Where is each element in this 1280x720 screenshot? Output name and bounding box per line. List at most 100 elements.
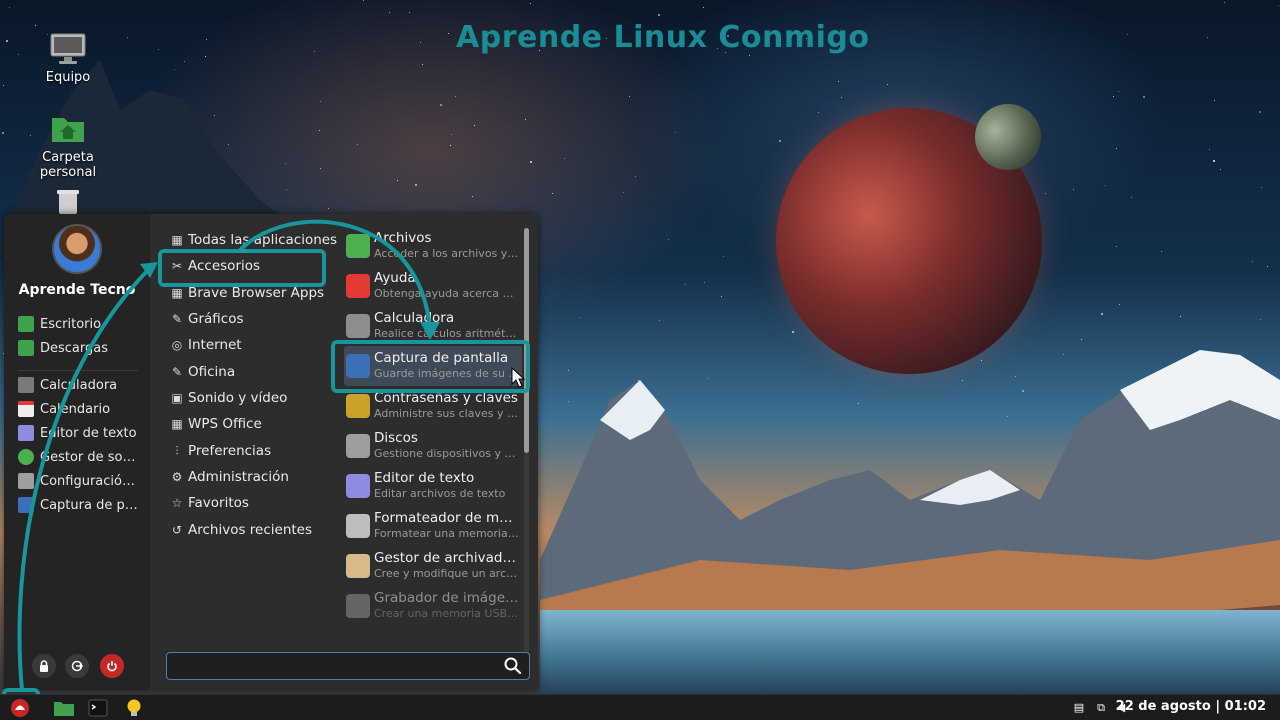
screenshot-icon <box>18 497 34 513</box>
desktop-icon-computer[interactable]: Equipo <box>23 32 113 85</box>
printer-icon[interactable]: ▤ <box>1072 701 1086 715</box>
category-item[interactable]: ✎ Gráficos <box>170 307 244 331</box>
trash-icon <box>57 190 79 214</box>
lightbulb-icon <box>127 699 141 716</box>
app-icon <box>346 434 370 458</box>
app-list-item[interactable]: Editor de texto Editar archivos de texto <box>344 466 522 506</box>
category-label: WPS Office <box>188 416 262 432</box>
category-label: Gráficos <box>188 311 244 327</box>
home-folder-icon <box>52 118 84 142</box>
favorite-configuracion[interactable]: Configuració… <box>18 470 135 492</box>
logout-button[interactable] <box>65 654 89 678</box>
sidebar-item-escritorio[interactable]: Escritorio <box>18 313 101 335</box>
favorite-label: Configuració… <box>40 473 135 489</box>
app-icon <box>346 314 370 338</box>
favorite-gestor-software[interactable]: Gestor de so… <box>18 446 135 468</box>
accesorios-highlight-box <box>158 249 326 287</box>
app-name: Archivos <box>374 230 432 246</box>
category-label: Todas las aplicaciones <box>188 232 338 248</box>
app-name: Grabador de imáge… <box>374 590 519 606</box>
app-description: Acceder a los archivos y o… <box>374 247 520 260</box>
favorite-label: Gestor de so… <box>40 449 136 465</box>
folder-icon <box>18 316 34 332</box>
desktop-icon-home-folder[interactable]: Carpeta personal <box>23 112 113 180</box>
category-icon: ↺ <box>171 523 183 537</box>
category-item[interactable]: ▣ Sonido y vídeo <box>170 386 287 410</box>
favorite-calendario[interactable]: Calendario <box>18 398 110 420</box>
download-folder-icon <box>18 340 34 356</box>
favorite-label: Captura de p… <box>40 497 138 513</box>
category-label: Administración <box>188 469 289 485</box>
category-icon: ▦ <box>171 286 183 300</box>
favorite-label: Calendario <box>40 401 111 417</box>
category-label: Internet <box>188 337 242 353</box>
category-icon: ✎ <box>171 312 183 326</box>
favorite-calculadora[interactable]: Calculadora <box>18 374 117 396</box>
desktop-icon-label: Equipo <box>45 70 91 85</box>
app-description: Realice cálculos aritmét… <box>374 327 517 340</box>
sidebar-item-descargas[interactable]: Descargas <box>18 337 108 359</box>
category-item[interactable]: ✎ Oficina <box>170 360 235 384</box>
app-icon <box>346 394 370 418</box>
calendar-icon <box>18 401 34 417</box>
app-list-scrollbar[interactable] <box>524 228 529 664</box>
category-item[interactable]: ⫶ Preferencias <box>170 439 271 463</box>
app-list-item[interactable]: Ayuda Obtenga ayuda acerca de… <box>344 266 522 306</box>
category-item[interactable]: ↺ Archivos recientes <box>170 518 312 542</box>
search-input[interactable] <box>175 656 495 676</box>
search-box[interactable] <box>166 652 530 680</box>
app-name: Editor de texto <box>374 470 475 486</box>
favorite-editor-texto[interactable]: Editor de texto <box>18 422 137 444</box>
app-icon <box>346 554 370 578</box>
app-description: Editar archivos de texto <box>374 487 506 500</box>
sidebar-item-label: Descargas <box>40 340 109 356</box>
app-list-item[interactable]: Grabador de imáge… Crear una memoria USB … <box>344 586 522 626</box>
category-item[interactable]: ◎ Internet <box>170 333 242 357</box>
category-icon: ⫶ <box>175 443 179 458</box>
menu-button[interactable] <box>6 697 34 719</box>
lock-button[interactable] <box>32 654 56 678</box>
user-name: Aprende Tecno <box>18 282 136 298</box>
taskbar-files-button[interactable] <box>50 697 78 719</box>
app-icon <box>346 234 370 258</box>
app-list-item[interactable]: Archivos Acceder a los archivos y o… <box>344 226 522 266</box>
category-icon: ☆ <box>171 496 183 510</box>
app-description: Cree y modifique un archi… <box>374 567 520 580</box>
favorite-captura[interactable]: Captura de p… <box>18 494 138 516</box>
app-list-item[interactable]: Formateador de me… Formatear una memoria … <box>344 506 522 546</box>
app-description: Formatear una memoria … <box>374 527 520 540</box>
category-item[interactable]: ▦ WPS Office <box>170 412 262 436</box>
app-list-item[interactable]: Gestor de archivado… Cree y modifique un … <box>344 546 522 586</box>
lake-graphic <box>540 610 1280 695</box>
category-icon: ▦ <box>171 417 183 431</box>
taskbar-terminal-button[interactable] <box>84 697 112 719</box>
category-label: Brave Browser Apps <box>188 285 325 301</box>
category-item[interactable]: ⚙ Administración <box>170 465 289 489</box>
wallpaper-title: Aprende Linux Conmigo <box>456 20 870 55</box>
sidebar-divider <box>18 370 138 371</box>
category-icon: ⚙ <box>171 470 183 484</box>
favorite-label: Editor de texto <box>40 425 137 441</box>
search-icon[interactable] <box>503 656 523 676</box>
category-label: Sonido y vídeo <box>188 390 288 406</box>
clock[interactable]: 22 de agosto | 01:02 <box>1116 699 1266 714</box>
avatar[interactable] <box>52 224 102 274</box>
app-name: Ayuda <box>374 270 416 286</box>
app-description: Gestione dispositivos y so… <box>374 447 520 460</box>
folder-icon <box>54 702 74 716</box>
network-icon[interactable]: ⧉ <box>1094 701 1108 715</box>
app-name: Formateador de me… <box>374 510 520 526</box>
app-list-item[interactable]: Discos Gestione dispositivos y so… <box>344 426 522 466</box>
menu-sidebar: Aprende Tecno Escritorio Descargas Calcu… <box>4 214 150 690</box>
category-item[interactable]: ☆ Favoritos <box>170 491 249 515</box>
lock-icon <box>40 660 48 672</box>
taskbar-tips-button[interactable] <box>120 697 148 719</box>
app-name: Discos <box>374 430 418 446</box>
category-icon: ✎ <box>171 365 183 379</box>
captura-highlight-box <box>331 340 530 393</box>
sidebar-item-label: Escritorio <box>40 316 102 332</box>
app-name: Calculadora <box>374 310 455 326</box>
category-label: Favoritos <box>188 495 249 511</box>
app-icon <box>346 274 370 298</box>
shutdown-button[interactable] <box>100 654 124 678</box>
